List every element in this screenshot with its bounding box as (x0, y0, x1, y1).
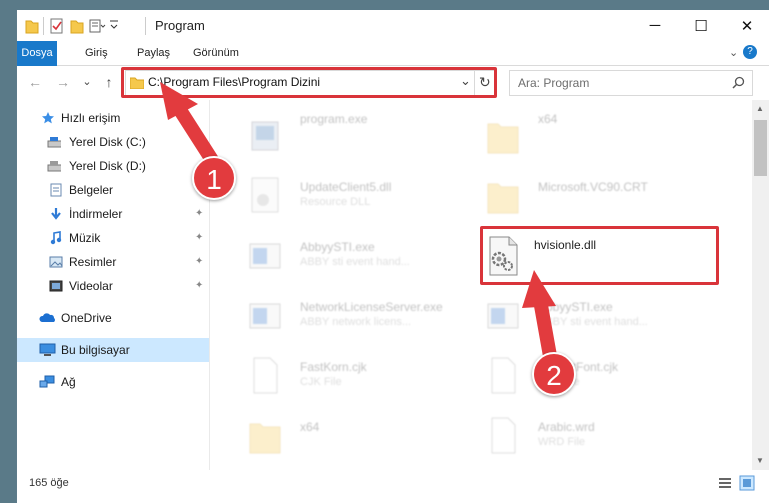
step-1-badge: 1 (192, 156, 236, 200)
arrow-1 (160, 82, 219, 167)
annotation-arrows (160, 82, 557, 363)
step-2-badge: 2 (532, 352, 576, 396)
arrow-2 (522, 270, 557, 363)
